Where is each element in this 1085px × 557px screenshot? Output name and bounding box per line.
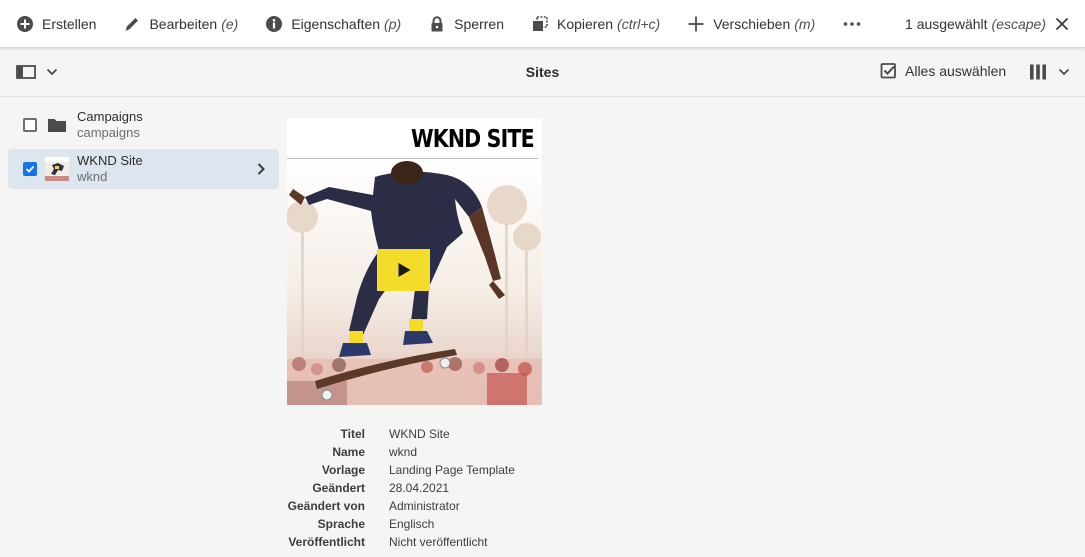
edit-icon bbox=[125, 17, 139, 31]
property-row-name: Name wknd bbox=[287, 443, 587, 461]
chevron-right-icon[interactable] bbox=[254, 162, 268, 176]
properties-shortcut: (p) bbox=[384, 15, 402, 32]
select-all-button[interactable]: Alles auswählen bbox=[880, 62, 1006, 79]
selection-count: 1 ausgewählt bbox=[905, 16, 988, 32]
rail-toggle-button[interactable] bbox=[16, 63, 58, 81]
item-texts: Campaigns campaigns bbox=[77, 109, 143, 141]
item-title: WKND Site bbox=[77, 153, 143, 168]
property-row-language: Sprache Englisch bbox=[287, 515, 587, 533]
chevron-down-icon bbox=[46, 68, 58, 76]
folder-icon bbox=[48, 119, 66, 132]
chevron-down-icon bbox=[1058, 68, 1070, 76]
item-name: campaigns bbox=[77, 125, 140, 140]
property-row-template: Vorlage Landing Page Template bbox=[287, 461, 587, 479]
item-name: wknd bbox=[77, 169, 108, 184]
move-button[interactable]: Verschieben (m) bbox=[687, 0, 815, 48]
item-checkbox[interactable] bbox=[23, 118, 37, 132]
property-row-modified-by: Geändert von Administrator bbox=[287, 497, 587, 515]
close-icon[interactable] bbox=[1055, 17, 1069, 31]
copy-shortcut: (ctrl+c) bbox=[617, 15, 661, 32]
site-thumbnail-icon bbox=[45, 157, 69, 181]
checkmark-icon bbox=[25, 165, 35, 173]
copy-icon bbox=[532, 15, 548, 31]
skateboarder-image bbox=[287, 159, 542, 405]
copy-label: Kopieren bbox=[556, 15, 614, 32]
rail-toggle-icon bbox=[16, 65, 36, 79]
property-value: Englisch bbox=[389, 517, 435, 531]
play-icon[interactable] bbox=[377, 249, 430, 291]
list-item-wknd-site[interactable]: WKND Site wknd bbox=[8, 149, 279, 189]
properties-label: Eigenschaften bbox=[291, 15, 381, 32]
item-texts: WKND Site wknd bbox=[77, 153, 143, 185]
preview-thumbnail: WKND SITE bbox=[287, 118, 542, 405]
move-icon bbox=[688, 16, 704, 31]
lock-button[interactable]: Sperren bbox=[428, 0, 504, 48]
item-title: Campaigns bbox=[77, 109, 143, 124]
info-icon bbox=[266, 15, 283, 32]
item-checkbox[interactable] bbox=[23, 162, 37, 176]
column-view-icon bbox=[1030, 64, 1046, 80]
edit-shortcut: (e) bbox=[221, 15, 239, 32]
create-label: Erstellen bbox=[42, 15, 97, 32]
more-icon bbox=[843, 21, 861, 26]
property-label: Veröffentlicht bbox=[288, 535, 365, 549]
property-row-title: Titel WKND Site bbox=[287, 425, 587, 443]
create-button[interactable]: Erstellen bbox=[16, 0, 96, 48]
property-label: Sprache bbox=[317, 517, 365, 531]
select-all-icon bbox=[880, 63, 896, 79]
move-label: Verschieben bbox=[713, 15, 791, 32]
add-circle-icon bbox=[17, 15, 33, 32]
property-label: Vorlage bbox=[321, 463, 365, 477]
property-label: Titel bbox=[340, 427, 365, 441]
property-value: Administrator bbox=[389, 499, 460, 513]
select-all-label: Alles auswählen bbox=[905, 62, 1007, 79]
lock-icon bbox=[431, 15, 443, 31]
copy-button[interactable]: Kopieren (ctrl+c) bbox=[531, 0, 660, 48]
preview-brand-title: WKND SITE bbox=[411, 124, 535, 153]
edit-label: Bearbeiten bbox=[149, 15, 218, 32]
property-label: Name bbox=[332, 445, 365, 459]
property-label: Geändert von bbox=[287, 499, 365, 513]
sub-header: Sites Alles auswählen bbox=[0, 48, 1085, 97]
property-row-modified: Geändert 28.04.2021 bbox=[287, 479, 587, 497]
selection-status: 1 ausgewählt (escape) bbox=[905, 0, 1069, 48]
view-switcher[interactable] bbox=[1029, 63, 1070, 81]
item-properties: Titel WKND Site Name wknd Vorlage Landing P… bbox=[287, 425, 587, 551]
property-value: 28.04.2021 bbox=[389, 481, 450, 495]
property-row-published: Veröffentlicht Nicht veröffentlicht bbox=[287, 533, 587, 551]
more-actions-button[interactable] bbox=[842, 0, 862, 48]
move-shortcut: (m) bbox=[794, 15, 816, 32]
selection-shortcut: (escape) bbox=[991, 16, 1046, 32]
properties-button[interactable]: Eigenschaften (p) bbox=[265, 0, 401, 48]
lock-label: Sperren bbox=[454, 15, 504, 32]
column-view: Campaigns campaigns WKND Site wknd bbox=[0, 97, 286, 557]
property-value: WKND Site bbox=[389, 427, 450, 441]
property-value: wknd bbox=[389, 445, 418, 459]
list-item-campaigns[interactable]: Campaigns campaigns bbox=[8, 105, 279, 145]
property-label: Geändert bbox=[312, 481, 365, 495]
property-value: Nicht veröffentlicht bbox=[389, 535, 488, 549]
property-value: Landing Page Template bbox=[389, 463, 515, 477]
edit-button[interactable]: Bearbeiten (e) bbox=[123, 0, 238, 48]
action-bar: Erstellen Bearbeiten (e) Eigenschaften (… bbox=[0, 0, 1085, 48]
